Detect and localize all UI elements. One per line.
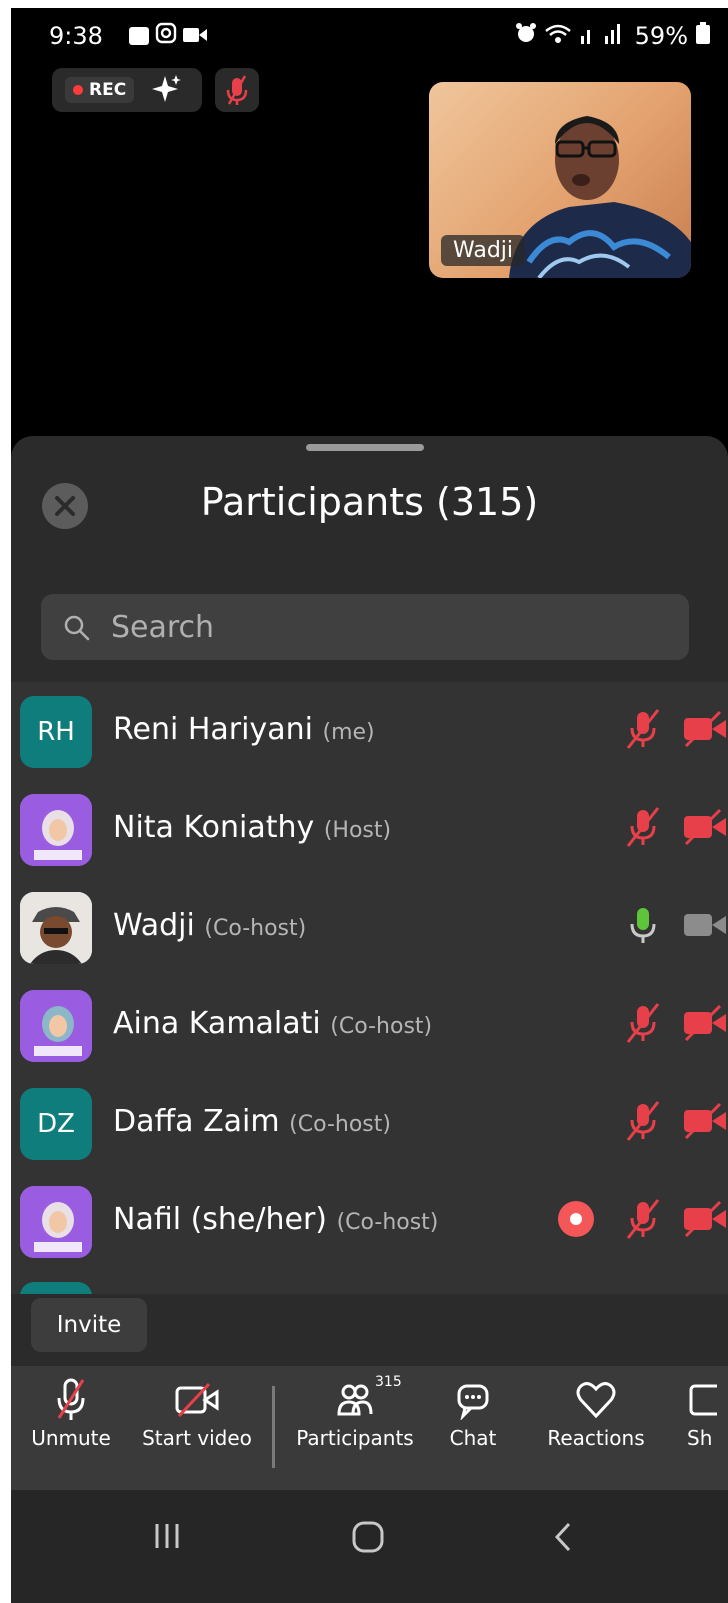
mic-muted-icon <box>626 709 660 749</box>
status-bar: 9:38 59% <box>11 8 728 64</box>
start-video-button[interactable]: Start video <box>135 1374 259 1450</box>
participant-name: Wadji <box>113 908 195 943</box>
participant-role: (Co-host) <box>289 1112 391 1137</box>
wifi-icon <box>544 22 571 50</box>
back-icon <box>554 1522 571 1552</box>
back-button[interactable] <box>551 1520 575 1563</box>
phone-screen: 9:38 59% REC Wadji Participants (315) Se… <box>11 8 728 1603</box>
avatar <box>20 990 92 1062</box>
participants-label: Participants <box>296 1426 414 1450</box>
sheet-drag-handle[interactable] <box>306 444 424 451</box>
participant-name: Aina Kamalati <box>113 1006 321 1041</box>
sparkle-icon[interactable] <box>152 74 182 111</box>
share-button[interactable]: Sh <box>687 1374 728 1450</box>
avatar-photo-image <box>20 892 92 964</box>
video-off-icon <box>684 710 726 748</box>
battery-percent: 59% <box>634 22 688 50</box>
home-icon <box>352 1521 384 1553</box>
avatar-cartoon-image <box>20 990 92 1062</box>
unmute-label: Unmute <box>31 1426 111 1450</box>
video-camera-icon <box>183 22 207 50</box>
participants-icon <box>337 1384 373 1416</box>
rec-label: REC <box>89 80 127 100</box>
participant-role: (Co-host) <box>336 1210 439 1235</box>
home-button[interactable] <box>351 1520 385 1563</box>
video-off-icon <box>684 1004 726 1042</box>
avatar <box>20 1282 92 1294</box>
participant-row[interactable]: Nita Koniathy (Host) <box>11 780 728 878</box>
share-label: Sh <box>687 1426 713 1450</box>
toolbar-divider <box>272 1386 275 1468</box>
participant-role: (Host) <box>323 818 392 843</box>
mic-muted-icon <box>626 1199 660 1239</box>
mic-muted-icon <box>626 1101 660 1141</box>
video-off-icon <box>684 914 726 936</box>
participants-count-badge: 315 <box>375 1374 402 1390</box>
participant-name: Daffa Zaim <box>113 1104 280 1139</box>
search-placeholder: Search <box>111 610 215 645</box>
unmute-button[interactable]: Unmute <box>23 1374 119 1450</box>
participant-role: (Co-host) <box>204 916 307 941</box>
participant-role: (me) <box>322 720 375 745</box>
mic-muted-icon <box>57 1378 85 1420</box>
avatar-cartoon-image <box>20 1186 92 1258</box>
speaker-name-label: Wadji <box>441 235 526 266</box>
reactions-label: Reactions <box>547 1426 645 1450</box>
alarm-icon <box>515 22 537 50</box>
avatar <box>20 794 92 866</box>
recents-button[interactable] <box>151 1520 183 1561</box>
chat-label: Chat <box>449 1426 497 1450</box>
avatar: DZ <box>20 1088 92 1160</box>
participant-name: Nafil (she/her) <box>113 1202 328 1237</box>
participant-role: (Co-host) <box>330 1014 433 1039</box>
heart-icon <box>576 1382 616 1419</box>
video-off-icon <box>684 1102 726 1140</box>
chat-button[interactable]: Chat <box>443 1374 503 1450</box>
video-off-icon <box>684 1200 726 1238</box>
sheet-title: Participants (315) <box>200 480 539 524</box>
video-off-icon <box>175 1382 219 1418</box>
mic-muted-icon <box>626 1003 660 1043</box>
share-icon <box>689 1384 717 1416</box>
participant-row[interactable]: DZ Daffa Zaim (Co-host) <box>11 1074 728 1172</box>
avatar: RH <box>20 696 92 768</box>
participants-list[interactable]: RH Reni Hariyani (me) Nita Koniathy (Hos… <box>11 682 728 1294</box>
participant-row[interactable]: Nafil (she/her) (Co-host) <box>11 1172 728 1270</box>
mic-muted-icon <box>226 75 248 105</box>
participant-name: Nita Koniathy <box>113 810 315 845</box>
participant-name: Reni Hariyani <box>113 712 313 747</box>
avatar-cartoon-image <box>20 794 92 866</box>
mic-active-icon <box>630 908 656 943</box>
participants-sheet: Participants (315) Search RH Reni Hariya… <box>11 436 728 1603</box>
search-icon <box>64 615 90 641</box>
signal-icon <box>579 22 627 50</box>
reactions-button[interactable]: Reactions <box>541 1374 651 1450</box>
chat-icon <box>457 1384 489 1420</box>
battery-icon <box>696 22 710 50</box>
participants-button[interactable]: 315 Participants <box>291 1374 419 1450</box>
system-nav-bar <box>11 1490 728 1603</box>
meeting-toolbar: Unmute Start video 315 Participants Chat… <box>11 1366 728 1490</box>
mic-muted-icon <box>626 807 660 847</box>
rec-badge: REC <box>65 77 135 103</box>
participant-row[interactable]: RH Reni Hariyani (me) <box>11 682 728 780</box>
gallery-icon <box>129 27 149 45</box>
avatar <box>20 1186 92 1258</box>
speaker-muted-indicator[interactable] <box>215 68 259 112</box>
active-speaker-video[interactable]: Wadji <box>429 82 691 278</box>
participant-row[interactable]: Wadji (Co-host) <box>11 878 728 976</box>
invite-button[interactable]: Invite <box>31 1298 147 1352</box>
recording-pill[interactable]: REC <box>52 68 202 112</box>
avatar <box>20 892 92 964</box>
rec-dot-icon <box>73 85 83 95</box>
participant-row[interactable]: Aina Kamalati (Co-host) <box>11 976 728 1074</box>
status-time: 9:38 <box>49 22 103 50</box>
start-video-label: Start video <box>142 1426 252 1450</box>
search-input[interactable]: Search <box>41 594 689 660</box>
instagram-icon <box>155 22 177 50</box>
recents-icon <box>155 1524 179 1548</box>
recording-indicator-icon <box>558 1201 594 1237</box>
video-off-icon <box>684 808 726 846</box>
